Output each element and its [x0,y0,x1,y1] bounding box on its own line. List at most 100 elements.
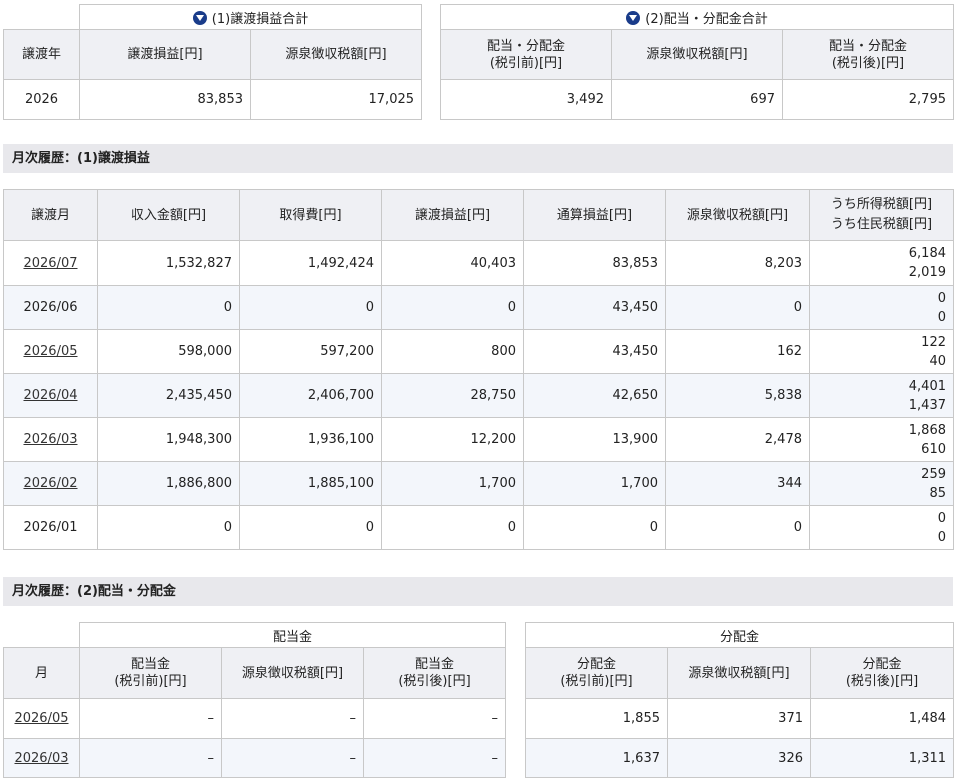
tax-breakdown-cell: 1,868 610 [809,417,954,462]
transfer-group-label: (1)譲渡損益合計 [211,11,309,27]
tax-breakdown-cell: 00 [809,505,954,550]
pl-cell: 0 [381,285,524,330]
table-row: 2026/03 1,948,300 1,936,100 12,200 13,900 2,4… [3,417,954,462]
col-pl-header: 譲渡損益[円] [381,189,524,241]
month-link[interactable]: 2026/05 [23,344,77,359]
month-cell: 2026/01 [3,505,98,550]
dividend-before-cell: – [79,698,222,739]
dividend-after-cell: – [362,698,507,739]
month-cell: 2026/05 [3,698,80,739]
tax-breakdown-cell: 122 40 [809,329,954,374]
col-div-after-header: 配当・分配金 (税引後)[円] [782,29,954,80]
pl-cell: 0 [381,505,524,550]
tax-cell: 8,203 [665,240,810,286]
month-cell: 2026/04 [3,373,98,418]
income-cell: 598,000 [97,329,240,374]
summary-div-after: 2,795 [782,79,954,120]
resident-tax-value: 85 [929,485,946,501]
monthly-distribution-table: 分配金 分配金 (税引前)[円] 源泉徴収税額[円] 分配金 (税引後)[円] 1,… [524,622,955,778]
col-div-before-header: 配当・分配金 (税引前)[円] [440,29,612,80]
month-cell: 2026/07 [3,240,98,286]
dividend-total-toggle[interactable]: (2)配当・分配金合計 [440,4,954,30]
table-row: 2026/02 1,886,800 1,885,100 1,700 1,700 344 25… [3,461,954,506]
chevron-down-icon [626,10,641,25]
col-month-header: 月 [3,647,80,699]
distribution-before-cell: 1,855 [525,698,668,739]
summary-year: 2026 [3,79,80,120]
month-link[interactable]: 2026/03 [23,432,77,447]
month-cell: 2026/02 [3,461,98,506]
table-row: 2026/03– – – [3,738,507,778]
table-row: 2026/07 1,532,827 1,492,424 40,403 83,853 8,2… [3,240,954,286]
month-cell: 2026/05 [3,329,98,374]
tax-cell: 344 [665,461,810,506]
income-tax-value: 122 [921,334,946,350]
col-d-before-header: 配当金 (税引前)[円] [79,647,222,699]
dividend-group-header: 配当金 [78,622,507,648]
month-cell: 2026/03 [3,738,80,778]
col-cost-header: 取得費[円] [239,189,382,241]
monthly-dividend-table: 配当金 月 配当金 (税引前)[円] 源泉徴収税額[円] 配当金 (税引後)[円] … [3,622,507,778]
distribution-after-cell: 1,311 [809,738,955,778]
total-pl-cell: 1,700 [523,461,666,506]
tax-breakdown-cell: 259 85 [809,461,954,506]
table-row: 1,855 371 1,484 [525,698,955,739]
resident-tax-value: 610 [921,441,946,457]
cost-cell: 1,885,100 [239,461,382,506]
total-pl-cell: 42,650 [523,373,666,418]
resident-tax-value: 2,019 [908,265,946,280]
summary-transfer-table: (1)譲渡損益合計 譲渡年 譲渡損益[円] 源泉徴収税額[円] 2026 83,… [3,4,423,120]
pl-cell: 40,403 [381,240,524,286]
income-cell: 2,435,450 [97,373,240,418]
summary-div-before: 3,492 [440,79,612,120]
month-link[interactable]: 2026/07 [23,256,77,271]
summary-transfer-pl: 83,853 [79,79,251,120]
chevron-down-icon [192,10,207,25]
tax-cell: 0 [665,505,810,550]
total-pl-cell: 83,853 [523,240,666,286]
dividend-tax-cell: – [221,698,364,739]
table-row: 2026/01 0 0 0 0 0 0 0 [3,505,954,550]
tax-cell: 162 [665,329,810,374]
pl-cell: 28,750 [381,373,524,418]
section-title-transfer: 月次履歴：(1)譲渡損益 [3,144,953,173]
cost-cell: 597,200 [239,329,382,374]
cost-cell: 2,406,700 [239,373,382,418]
cost-cell: 0 [239,505,382,550]
col-transfer-pl-header: 譲渡損益[円] [79,29,251,80]
table-row: 2026/04 2,435,450 2,406,700 28,750 42,650 5,8… [3,373,954,418]
income-tax-value: 0 [937,290,946,306]
col-d-after-header: 配当金 (税引後)[円] [362,647,507,699]
col-s-before-header: 分配金 (税引前)[円] [525,647,668,699]
dividend-group-label: (2)配当・分配金合計 [645,11,768,27]
section-title-dividend: 月次履歴：(2)配当・分配金 [3,577,953,606]
dividend-tax-cell: – [221,738,364,778]
income-cell: 0 [97,285,240,330]
month-link[interactable]: 2026/04 [23,388,77,403]
col-s-after-header: 分配金 (税引後)[円] [809,647,955,699]
transfer-total-toggle[interactable]: (1)譲渡損益合計 [78,4,423,30]
distribution-tax-cell: 371 [667,698,811,739]
month-link[interactable]: 2026/03 [14,751,68,766]
distribution-group-header: 分配金 [524,622,955,648]
col-total-header: 通算損益[円] [523,189,666,241]
summary-transfer-tax: 17,025 [249,79,423,120]
distribution-after-cell: 1,484 [809,698,955,739]
income-cell: 1,948,300 [97,417,240,462]
resident-tax-value: 0 [937,309,946,325]
income-tax-value: 6,184 [908,246,946,261]
table-row: 2026/05– – – [3,698,507,739]
resident-tax-value: 1,437 [908,397,946,413]
summary-div-tax: 697 [611,79,783,120]
pl-cell: 12,200 [381,417,524,462]
income-cell: 0 [97,505,240,550]
income-cell: 1,532,827 [97,240,240,286]
col-year-header: 譲渡年 [3,29,80,80]
summary-dividend-table: (2)配当・分配金合計 配当・分配金 (税引前)[円] 源泉徴収税額[円] 配当・… [440,4,954,120]
month-link[interactable]: 2026/05 [14,711,68,726]
month-link[interactable]: 2026/02 [23,476,77,491]
table-row: 2026/05 598,000 597,200 800 43,450 162 122 40 [3,329,954,374]
income-tax-value: 1,868 [908,422,946,438]
cost-cell: 0 [239,285,382,330]
resident-tax-value: 40 [929,353,946,369]
